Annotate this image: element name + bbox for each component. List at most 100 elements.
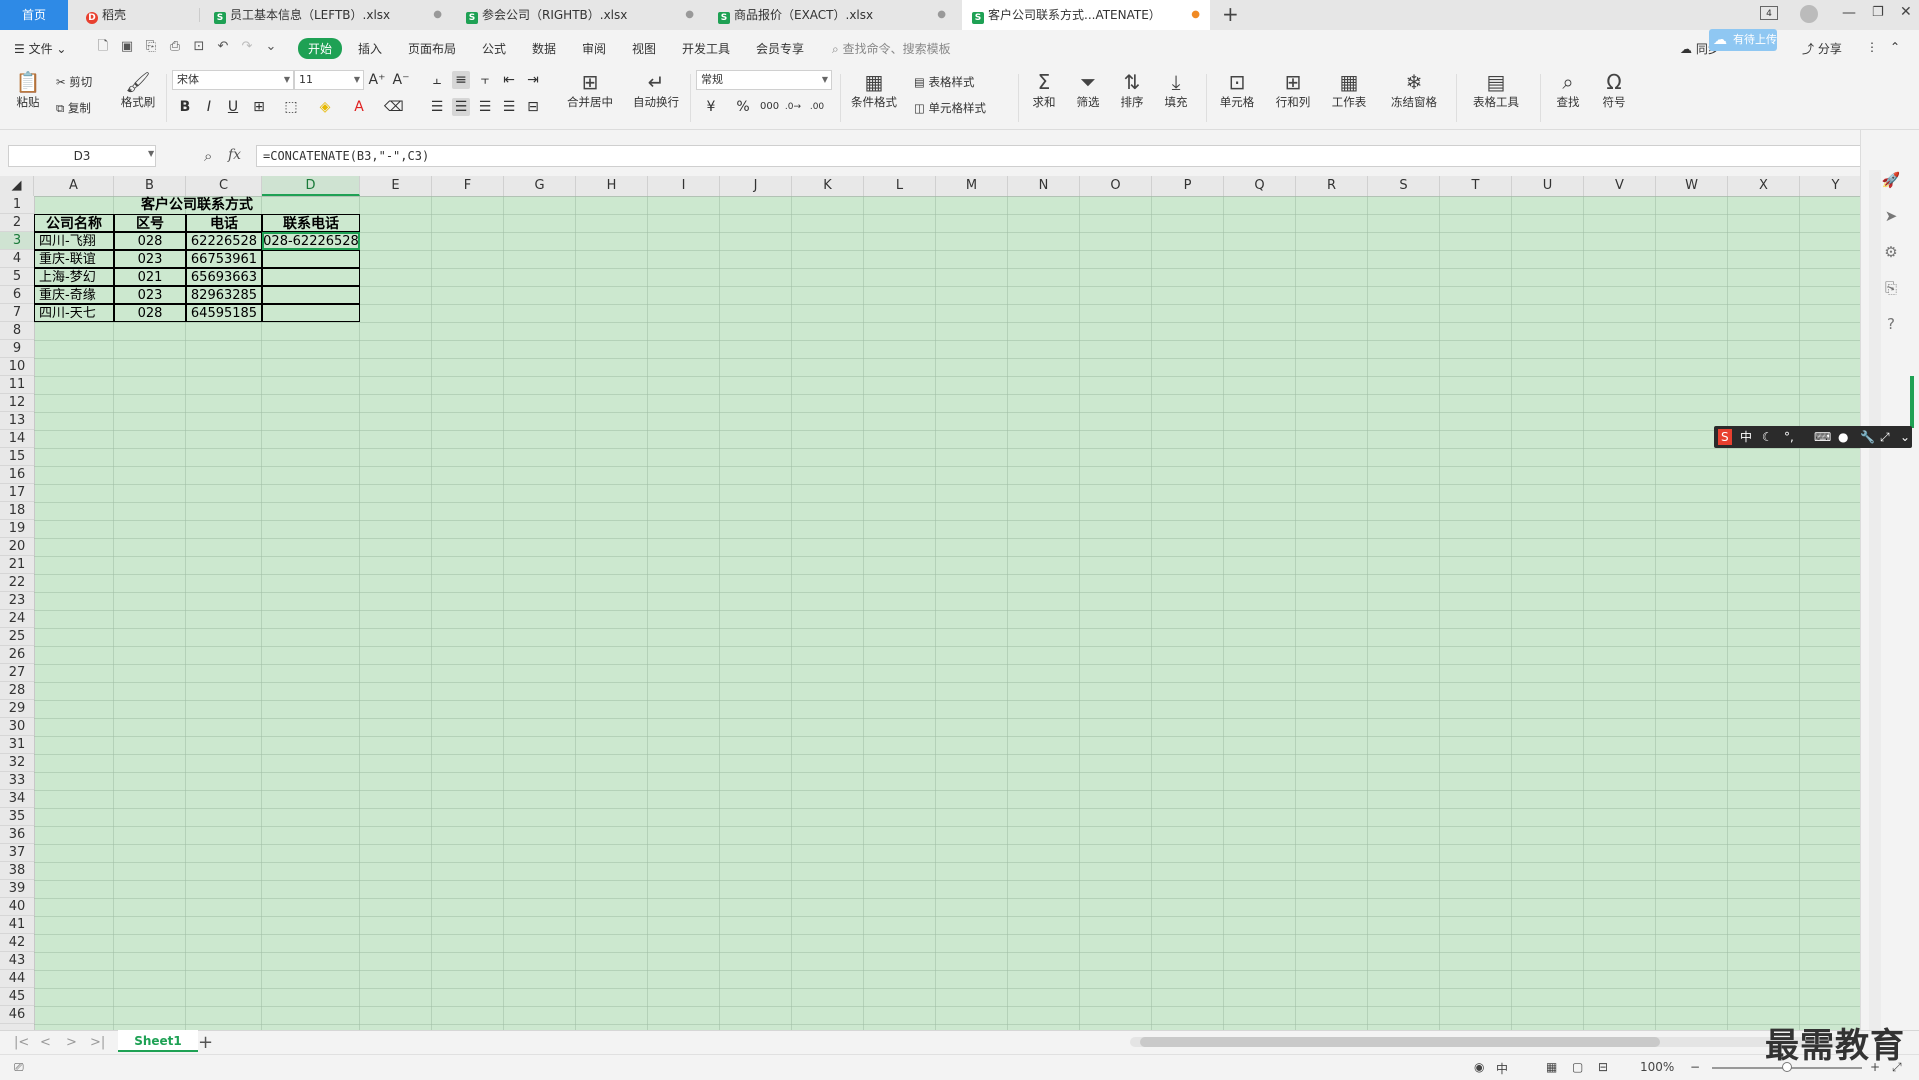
- align-top-icon[interactable]: ⫠: [428, 71, 446, 89]
- ime-toolbar[interactable]: S 中 ☾ °, ⌨ ● 🔧 ⤢ ⌄: [1714, 426, 1912, 448]
- fill-button[interactable]: ⤓ 填充: [1158, 70, 1194, 110]
- row-header-32[interactable]: 32: [0, 754, 34, 772]
- clear-format-icon[interactable]: ⌫: [384, 98, 404, 116]
- column-header-r[interactable]: R: [1296, 176, 1368, 196]
- scroll-thumb-indicator[interactable]: [1910, 376, 1914, 428]
- row-header-31[interactable]: 31: [0, 736, 34, 754]
- row-header-46[interactable]: 46: [0, 1006, 34, 1024]
- settings-sliders-icon[interactable]: ⚙: [1881, 242, 1901, 262]
- align-right-icon[interactable]: ☰: [476, 98, 494, 116]
- cell-button[interactable]: ⊡ 单元格: [1214, 70, 1260, 110]
- distributed-icon[interactable]: ⊟: [524, 98, 542, 116]
- menu-view[interactable]: 视图: [632, 40, 656, 57]
- column-header-w[interactable]: W: [1656, 176, 1728, 196]
- row-header-20[interactable]: 20: [0, 538, 34, 556]
- macro-record-icon[interactable]: ⎚: [14, 1060, 24, 1075]
- percent-icon[interactable]: %: [734, 98, 752, 116]
- row-header-39[interactable]: 39: [0, 880, 34, 898]
- row-header-3[interactable]: 3: [0, 232, 34, 250]
- font-name-select[interactable]: 宋体 ▼: [172, 70, 294, 90]
- column-header-m[interactable]: M: [936, 176, 1008, 196]
- sum-button[interactable]: Σ 求和: [1026, 70, 1062, 110]
- row-header-25[interactable]: 25: [0, 628, 34, 646]
- add-sheet-icon[interactable]: +: [198, 1032, 213, 1053]
- font-color-icon[interactable]: A: [350, 98, 368, 116]
- collapse-ribbon-icon[interactable]: ⌃: [1890, 40, 1900, 54]
- filter-button[interactable]: ⏷ 筛选: [1070, 70, 1106, 110]
- row-header-40[interactable]: 40: [0, 898, 34, 916]
- zoom-out-icon[interactable]: −: [1690, 1060, 1700, 1074]
- print-preview-icon[interactable]: ⊡: [192, 40, 206, 54]
- row-header-37[interactable]: 37: [0, 844, 34, 862]
- row-header-24[interactable]: 24: [0, 610, 34, 628]
- cut-button[interactable]: ✂ 剪切: [56, 74, 92, 90]
- sheet-tab[interactable]: Sheet1: [118, 1030, 198, 1052]
- close-icon[interactable]: ✕: [1900, 4, 1912, 20]
- column-header-s[interactable]: S: [1368, 176, 1440, 196]
- cell-fill-icon[interactable]: ⬚: [282, 98, 300, 116]
- underline-icon[interactable]: U: [224, 98, 242, 116]
- file-menu[interactable]: ☰ 文件 ⌄: [14, 40, 66, 57]
- row-header-36[interactable]: 36: [0, 826, 34, 844]
- column-header-k[interactable]: K: [792, 176, 864, 196]
- first-sheet-icon[interactable]: |<: [14, 1035, 29, 1050]
- column-header-e[interactable]: E: [360, 176, 432, 196]
- wrap-text-button[interactable]: ↵ 自动换行: [628, 70, 684, 110]
- table-header-cell[interactable]: 电话: [186, 214, 262, 232]
- column-header-l[interactable]: L: [864, 176, 936, 196]
- column-header-j[interactable]: J: [720, 176, 792, 196]
- table-cell[interactable]: 62226528: [186, 232, 262, 250]
- row-header-18[interactable]: 18: [0, 502, 34, 520]
- row-header-11[interactable]: 11: [0, 376, 34, 394]
- window-count-badge[interactable]: 4: [1760, 6, 1778, 20]
- row-header-28[interactable]: 28: [0, 682, 34, 700]
- font-size-select[interactable]: 11 ▼: [294, 70, 364, 90]
- spreadsheet-grid[interactable]: ◢ ABCDEFGHIJKLMNOPQRSTUVWXY 1 2 3 4 5 6 7 8 9 10 1…: [0, 176, 1860, 1030]
- row-header-14[interactable]: 14: [0, 430, 34, 448]
- name-box[interactable]: D3: [8, 145, 156, 167]
- table-cell[interactable]: 上海-梦幻: [34, 268, 114, 286]
- currency-icon[interactable]: ¥: [702, 98, 720, 116]
- table-cell[interactable]: 028: [114, 232, 186, 250]
- table-cell[interactable]: [262, 268, 360, 286]
- row-header-45[interactable]: 45: [0, 988, 34, 1006]
- freeze-panes-button[interactable]: ❄ 冻结窗格: [1386, 70, 1442, 110]
- formula-input[interactable]: =CONCATENATE(B3,"-",C3): [256, 145, 1872, 167]
- row-header-23[interactable]: 23: [0, 592, 34, 610]
- row-header-16[interactable]: 16: [0, 466, 34, 484]
- row-header-21[interactable]: 21: [0, 556, 34, 574]
- save-icon[interactable]: ▣: [120, 40, 134, 54]
- column-header-f[interactable]: F: [432, 176, 504, 196]
- align-middle-icon[interactable]: ≡: [452, 71, 470, 89]
- tab-document[interactable]: S 商品报价（EXACT）.xlsx ●: [708, 0, 956, 30]
- row-header-9[interactable]: 9: [0, 340, 34, 358]
- column-header-g[interactable]: G: [504, 176, 576, 196]
- row-header-12[interactable]: 12: [0, 394, 34, 412]
- column-header-c[interactable]: C: [186, 176, 262, 196]
- cursor-icon[interactable]: ➤: [1881, 206, 1901, 226]
- merge-center-button[interactable]: ⊞ 合并居中: [560, 70, 620, 110]
- column-header-a[interactable]: A: [34, 176, 114, 196]
- command-search[interactable]: ⌕ 查找命令、搜索模板: [832, 40, 951, 57]
- align-left-icon[interactable]: ☰: [428, 98, 446, 116]
- row-header-29[interactable]: 29: [0, 700, 34, 718]
- row-header-44[interactable]: 44: [0, 970, 34, 988]
- sort-button[interactable]: ⇅ 排序: [1114, 70, 1150, 110]
- row-header-42[interactable]: 42: [0, 934, 34, 952]
- column-header-b[interactable]: B: [114, 176, 186, 196]
- table-cell[interactable]: 028: [114, 304, 186, 322]
- restore-icon[interactable]: ❐: [1872, 5, 1884, 20]
- input-mode-indicator[interactable]: 中: [1496, 1060, 1508, 1077]
- chevron-down-icon[interactable]: ▼: [148, 149, 154, 158]
- column-header-x[interactable]: X: [1728, 176, 1800, 196]
- row-header-30[interactable]: 30: [0, 718, 34, 736]
- bold-icon[interactable]: B: [176, 98, 194, 116]
- menu-formula[interactable]: 公式: [482, 40, 506, 57]
- normal-view-icon[interactable]: ▦: [1546, 1060, 1557, 1074]
- row-header-17[interactable]: 17: [0, 484, 34, 502]
- table-tools-button[interactable]: ▤ 表格工具: [1466, 70, 1526, 110]
- menu-start[interactable]: 开始: [298, 38, 343, 59]
- column-header-q[interactable]: Q: [1224, 176, 1296, 196]
- increase-font-icon[interactable]: A⁺: [368, 71, 386, 89]
- italic-icon[interactable]: I: [200, 98, 218, 116]
